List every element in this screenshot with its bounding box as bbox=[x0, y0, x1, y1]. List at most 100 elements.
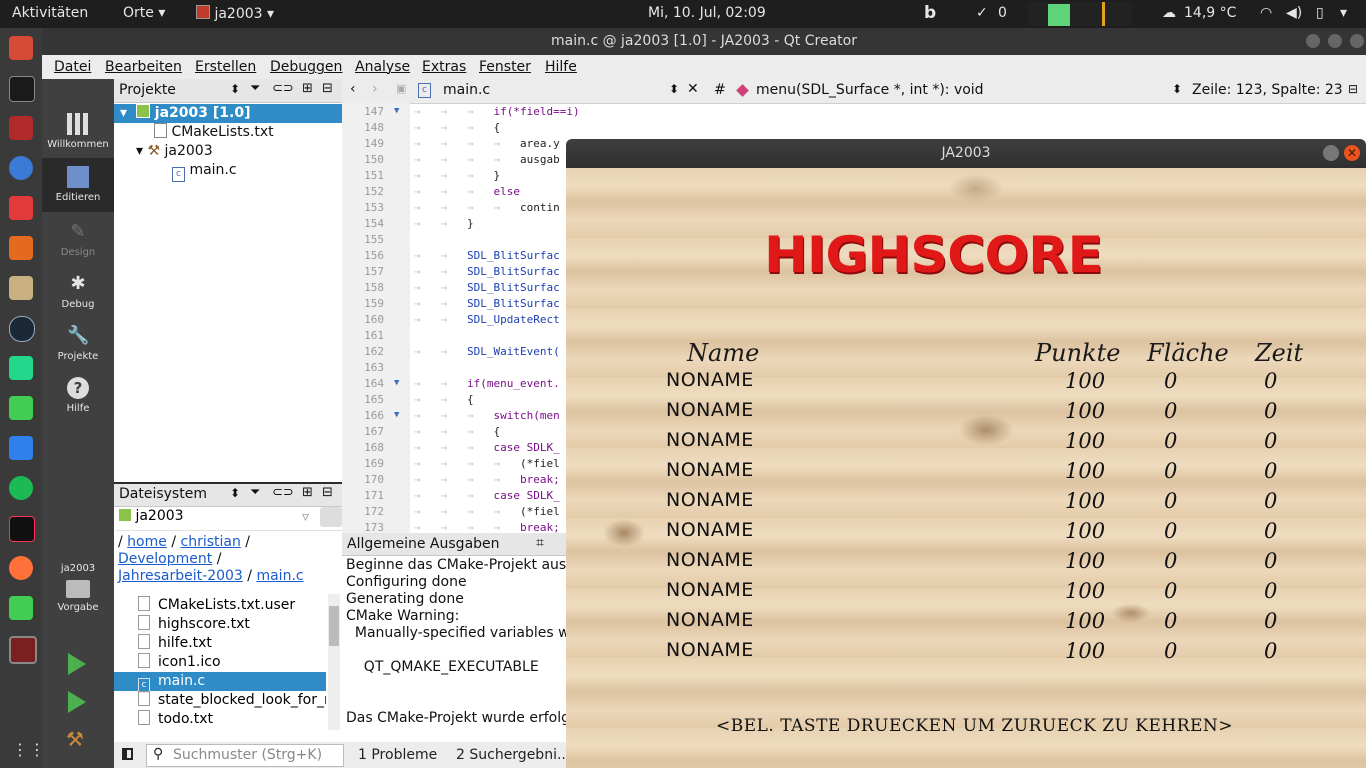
split-icon[interactable]: ⊞ bbox=[302, 485, 313, 500]
list-item[interactable]: highscore.txt bbox=[114, 615, 326, 634]
breadcrumb-link-jahresarbeit[interactable]: Jahresarbeit-2003 bbox=[118, 568, 243, 584]
breadcrumb-link-development[interactable]: Development bbox=[118, 551, 212, 567]
mode-design[interactable]: ✎ Design bbox=[42, 221, 114, 258]
system-monitor-graph[interactable] bbox=[1028, 2, 1132, 26]
menu-analyse[interactable]: Analyse bbox=[355, 59, 410, 75]
tree-item-target[interactable]: ▾ ⚒ ja2003 bbox=[136, 142, 213, 161]
activities-button[interactable]: Aktivitäten bbox=[12, 5, 88, 21]
steam-icon[interactable] bbox=[9, 316, 35, 342]
software-center-icon[interactable] bbox=[9, 236, 33, 260]
bing-icon[interactable]: b bbox=[924, 3, 936, 23]
qt-icon[interactable] bbox=[9, 396, 33, 420]
weather-icon[interactable]: ☁ bbox=[1162, 5, 1176, 21]
close-file-icon[interactable]: ✕ bbox=[687, 81, 699, 97]
breadcrumb-link-christian[interactable]: christian bbox=[181, 534, 241, 550]
show-apps-icon[interactable]: ⋮⋮ bbox=[12, 740, 46, 759]
game-titlebar[interactable]: JA2003 ✕ bbox=[566, 139, 1366, 168]
files-app-icon[interactable] bbox=[9, 36, 33, 60]
build-hammer-icon[interactable]: ⚒ bbox=[66, 727, 84, 751]
qt-window-titlebar[interactable]: main.c @ ja2003 [1.0] - JA2003 - Qt Crea… bbox=[42, 28, 1366, 55]
list-item[interactable]: state_blocked_look_for_r bbox=[114, 691, 326, 710]
scrollbar-thumb[interactable] bbox=[329, 606, 339, 646]
cursor-position[interactable]: Zeile: 123, Spalte: 23 bbox=[1192, 82, 1343, 98]
updown-icon[interactable]: ⬍ bbox=[1172, 82, 1182, 96]
chevron-down-icon[interactable]: ▾ bbox=[1340, 5, 1347, 21]
menu-hilfe[interactable]: Hilfe bbox=[545, 59, 577, 75]
mode-editieren[interactable]: Editieren bbox=[42, 158, 114, 212]
search-input[interactable]: ⚲ Suchmuster (Strg+K) bbox=[146, 744, 344, 767]
deb-installer-icon[interactable] bbox=[9, 276, 33, 300]
intellij-icon[interactable] bbox=[9, 516, 35, 542]
filter-icon[interactable]: ⏷ bbox=[250, 485, 260, 500]
mode-hilfe[interactable]: ? Hilfe bbox=[42, 377, 114, 414]
close-panel-icon[interactable]: ⊟ bbox=[322, 81, 333, 96]
fold-icon[interactable]: ▼ bbox=[394, 378, 399, 388]
wifi-icon[interactable]: ◠ bbox=[1260, 5, 1272, 21]
close-icon[interactable]: ✕ bbox=[1344, 145, 1360, 161]
spotify-icon[interactable] bbox=[9, 476, 33, 500]
highscore-screen[interactable]: HIGHSCORE Name Punkte Fläche Zeit NONAME… bbox=[566, 168, 1366, 768]
back-arrow-icon[interactable]: ‹ bbox=[350, 81, 356, 97]
clock[interactable]: Mi, 10. Jul, 02:09 bbox=[648, 5, 766, 21]
updown-icon[interactable]: ⬍ bbox=[230, 486, 240, 500]
mode-willkommen[interactable]: Willkommen bbox=[42, 113, 114, 150]
firefox-icon[interactable] bbox=[9, 556, 33, 580]
run-icon[interactable] bbox=[68, 653, 86, 675]
fold-icon[interactable]: ▼ bbox=[394, 410, 399, 420]
link-icon[interactable]: ⊂⊃ bbox=[272, 485, 294, 500]
list-item[interactable]: hilfe.txt bbox=[114, 634, 326, 653]
tree-item-main-c[interactable]: c main.c bbox=[172, 161, 237, 182]
function-selector[interactable]: menu(SDL_Surface *, int *): void bbox=[756, 82, 984, 98]
breadcrumb-link-main-c[interactable]: main.c bbox=[256, 568, 303, 584]
minimize-icon[interactable] bbox=[1323, 145, 1339, 161]
list-item[interactable]: CMakeLists.txt.user bbox=[114, 596, 326, 615]
volume-icon[interactable]: ◀) bbox=[1286, 5, 1302, 21]
split-icon[interactable]: ⊟ bbox=[1348, 82, 1358, 96]
menu-datei[interactable]: Datei bbox=[54, 59, 91, 75]
fold-icon[interactable]: ▼ bbox=[394, 106, 399, 116]
pycharm-icon[interactable] bbox=[9, 356, 33, 380]
link-icon[interactable]: ⊂⊃ bbox=[272, 81, 294, 96]
problems-tab[interactable]: 1 Probleme bbox=[358, 747, 437, 763]
list-item-selected[interactable]: c main.c bbox=[114, 672, 326, 693]
menu-extras[interactable]: Extras bbox=[422, 59, 466, 75]
maximize-icon[interactable] bbox=[1328, 34, 1342, 48]
close-icon[interactable] bbox=[1350, 34, 1364, 48]
breadcrumb-link-home[interactable]: home bbox=[127, 534, 167, 550]
app-menu[interactable]: ja2003 ▾ bbox=[196, 5, 274, 22]
menu-fenster[interactable]: Fenster bbox=[479, 59, 531, 75]
search-results-tab[interactable]: 2 Suchergebni... bbox=[456, 747, 570, 763]
places-menu[interactable]: Orte ▾ bbox=[123, 5, 165, 21]
emulator-icon[interactable] bbox=[9, 116, 33, 140]
list-item[interactable]: icon1.ico bbox=[114, 653, 326, 672]
kit-selector[interactable]: ja2003 Vorgabe bbox=[42, 563, 114, 613]
menu-debuggen[interactable]: Debuggen bbox=[270, 59, 342, 75]
updown-icon[interactable]: ⬍ bbox=[230, 82, 240, 96]
fs-root-selector[interactable]: ja2003 ▿ bbox=[116, 507, 342, 531]
editor-file-tab[interactable]: main.c bbox=[443, 82, 490, 98]
scrollbar[interactable] bbox=[328, 594, 340, 730]
mode-debug[interactable]: ✱ Debug bbox=[42, 273, 114, 310]
list-item[interactable]: todo.txt bbox=[114, 710, 326, 729]
menu-erstellen[interactable]: Erstellen bbox=[195, 59, 256, 75]
link-icon[interactable] bbox=[320, 507, 342, 527]
clear-output-icon[interactable]: ⌗ bbox=[536, 535, 544, 551]
updown-icon[interactable]: ⬍ bbox=[669, 82, 679, 96]
mode-projekte[interactable]: 🔧 Projekte bbox=[42, 325, 114, 362]
sidebar-toggle-icon[interactable] bbox=[122, 748, 133, 760]
tree-item-project[interactable]: ▾ ja2003 [1.0] bbox=[114, 104, 342, 123]
terminal-icon[interactable] bbox=[9, 76, 35, 102]
vscode-icon[interactable] bbox=[9, 436, 33, 460]
forward-arrow-icon[interactable]: › bbox=[372, 81, 378, 97]
debug-run-icon[interactable] bbox=[68, 691, 86, 713]
filter-icon[interactable]: ⏷ bbox=[250, 81, 260, 96]
menu-bearbeiten[interactable]: Bearbeiten bbox=[105, 59, 182, 75]
minimize-icon[interactable] bbox=[1306, 34, 1320, 48]
vivaldi-icon[interactable] bbox=[9, 196, 33, 220]
ja2003-app-icon[interactable] bbox=[9, 636, 37, 664]
thunderbird-icon[interactable] bbox=[9, 156, 33, 180]
qt-icon[interactable] bbox=[9, 596, 33, 620]
checkmark-icon[interactable]: ✓ bbox=[976, 5, 988, 21]
battery-icon[interactable]: ▯ bbox=[1316, 5, 1324, 21]
close-panel-icon[interactable]: ⊟ bbox=[322, 485, 333, 500]
